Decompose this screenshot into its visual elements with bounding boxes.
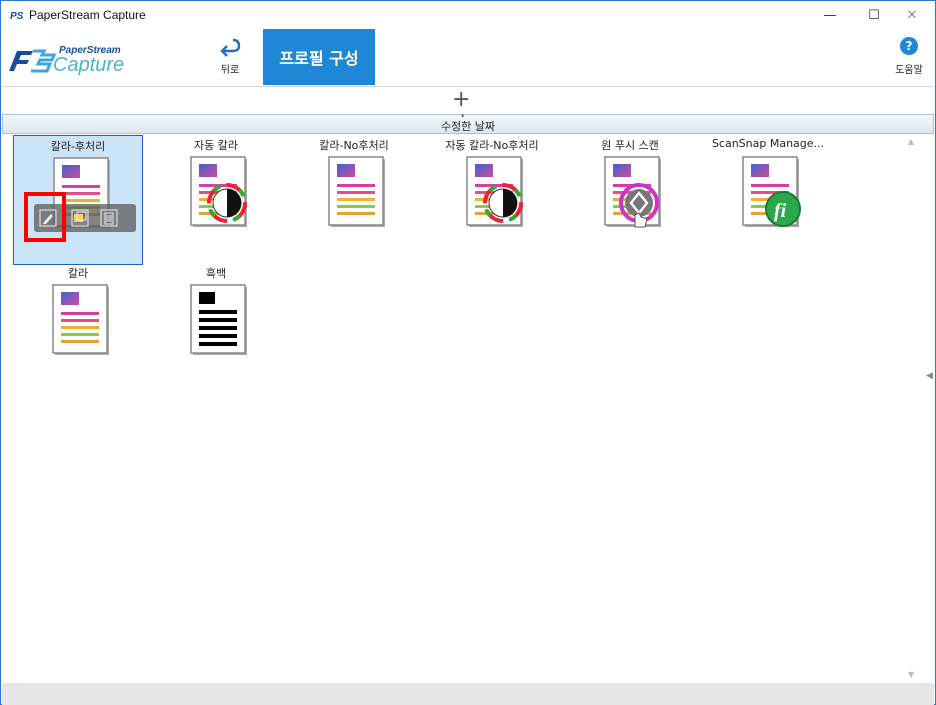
minimize-button[interactable]: — bbox=[807, 1, 853, 29]
logo-bottom-text: Capture bbox=[53, 54, 124, 75]
profile-name: 흑백 bbox=[205, 267, 227, 280]
vertical-scrollbar[interactable]: ▲ ▼ bbox=[904, 135, 921, 683]
app-window: PS PaperStream Capture — ☐ ✕ PaperStream… bbox=[0, 0, 936, 705]
auto-color-document-icon bbox=[190, 156, 247, 227]
window-title: PaperStream Capture bbox=[29, 8, 146, 22]
help-button[interactable]: ? 도움말 bbox=[889, 37, 929, 83]
status-bar bbox=[2, 683, 934, 705]
add-profile-bar: + bbox=[2, 86, 934, 114]
profile-name: 자동 칼라 bbox=[194, 139, 238, 152]
help-icon: ? bbox=[900, 37, 918, 55]
profile-tile[interactable]: 자동 칼라 bbox=[151, 135, 281, 265]
profile-tile[interactable]: 자동 칼라-No후처리 bbox=[427, 135, 557, 265]
help-label: 도움말 bbox=[895, 65, 923, 76]
close-button[interactable]: ✕ bbox=[889, 1, 935, 29]
svg-text:PS: PS bbox=[10, 11, 23, 22]
delete-icon[interactable] bbox=[100, 209, 118, 227]
svg-text:fi: fi bbox=[774, 200, 787, 222]
paperstream-logo: PaperStream Capture bbox=[9, 45, 124, 75]
auto-color-document-icon bbox=[466, 156, 523, 227]
profile-tile[interactable]: 칼라-No후처리 bbox=[289, 135, 419, 265]
scansnap-manager-icon: fi bbox=[742, 156, 801, 227]
profile-name: 자동 칼라-No후처리 bbox=[445, 139, 539, 152]
side-panel-toggle-icon[interactable]: ◀ bbox=[926, 371, 933, 381]
sort-header[interactable]: ▾ 수정한 날짜 bbox=[2, 112, 934, 134]
tab-profile-config[interactable]: 프로필 구성 bbox=[263, 29, 375, 85]
back-label: 뒤로 bbox=[220, 65, 240, 76]
app-icon: PS bbox=[9, 10, 23, 22]
profile-name: 원 푸시 스캔 bbox=[601, 139, 659, 152]
mono-document-icon bbox=[190, 284, 247, 355]
profile-name: ScanSnap Manage... bbox=[711, 137, 825, 150]
profile-tile[interactable]: 칼라 bbox=[13, 263, 143, 393]
color-document-icon bbox=[52, 284, 109, 355]
color-document-icon bbox=[328, 156, 385, 227]
highlight-box bbox=[24, 192, 66, 242]
one-push-scan-icon bbox=[604, 156, 661, 228]
profile-name: 칼라-No후처리 bbox=[319, 139, 389, 152]
back-arrow-icon bbox=[220, 38, 241, 57]
title-bar: PS PaperStream Capture — ☐ ✕ bbox=[1, 1, 935, 29]
profile-tile[interactable]: 흑백 bbox=[151, 263, 281, 393]
scroll-up-icon[interactable]: ▲ bbox=[908, 137, 914, 146]
copy-icon[interactable] bbox=[71, 209, 89, 227]
add-profile-button[interactable]: + bbox=[452, 89, 470, 111]
profile-tile[interactable]: 원 푸시 스캔 bbox=[565, 135, 695, 265]
sort-label: 수정한 날짜 bbox=[440, 120, 496, 133]
profile-name: 칼라-후처리 bbox=[50, 140, 106, 153]
profile-name: 칼라 bbox=[67, 267, 89, 280]
back-button[interactable]: 뒤로 bbox=[209, 35, 251, 81]
profile-tile[interactable]: ScanSnap Manage... fi bbox=[703, 135, 833, 265]
toolbar: PaperStream Capture 뒤로 프로필 구성 ? 도움말 bbox=[1, 29, 935, 86]
scroll-down-icon[interactable]: ▼ bbox=[908, 670, 914, 679]
